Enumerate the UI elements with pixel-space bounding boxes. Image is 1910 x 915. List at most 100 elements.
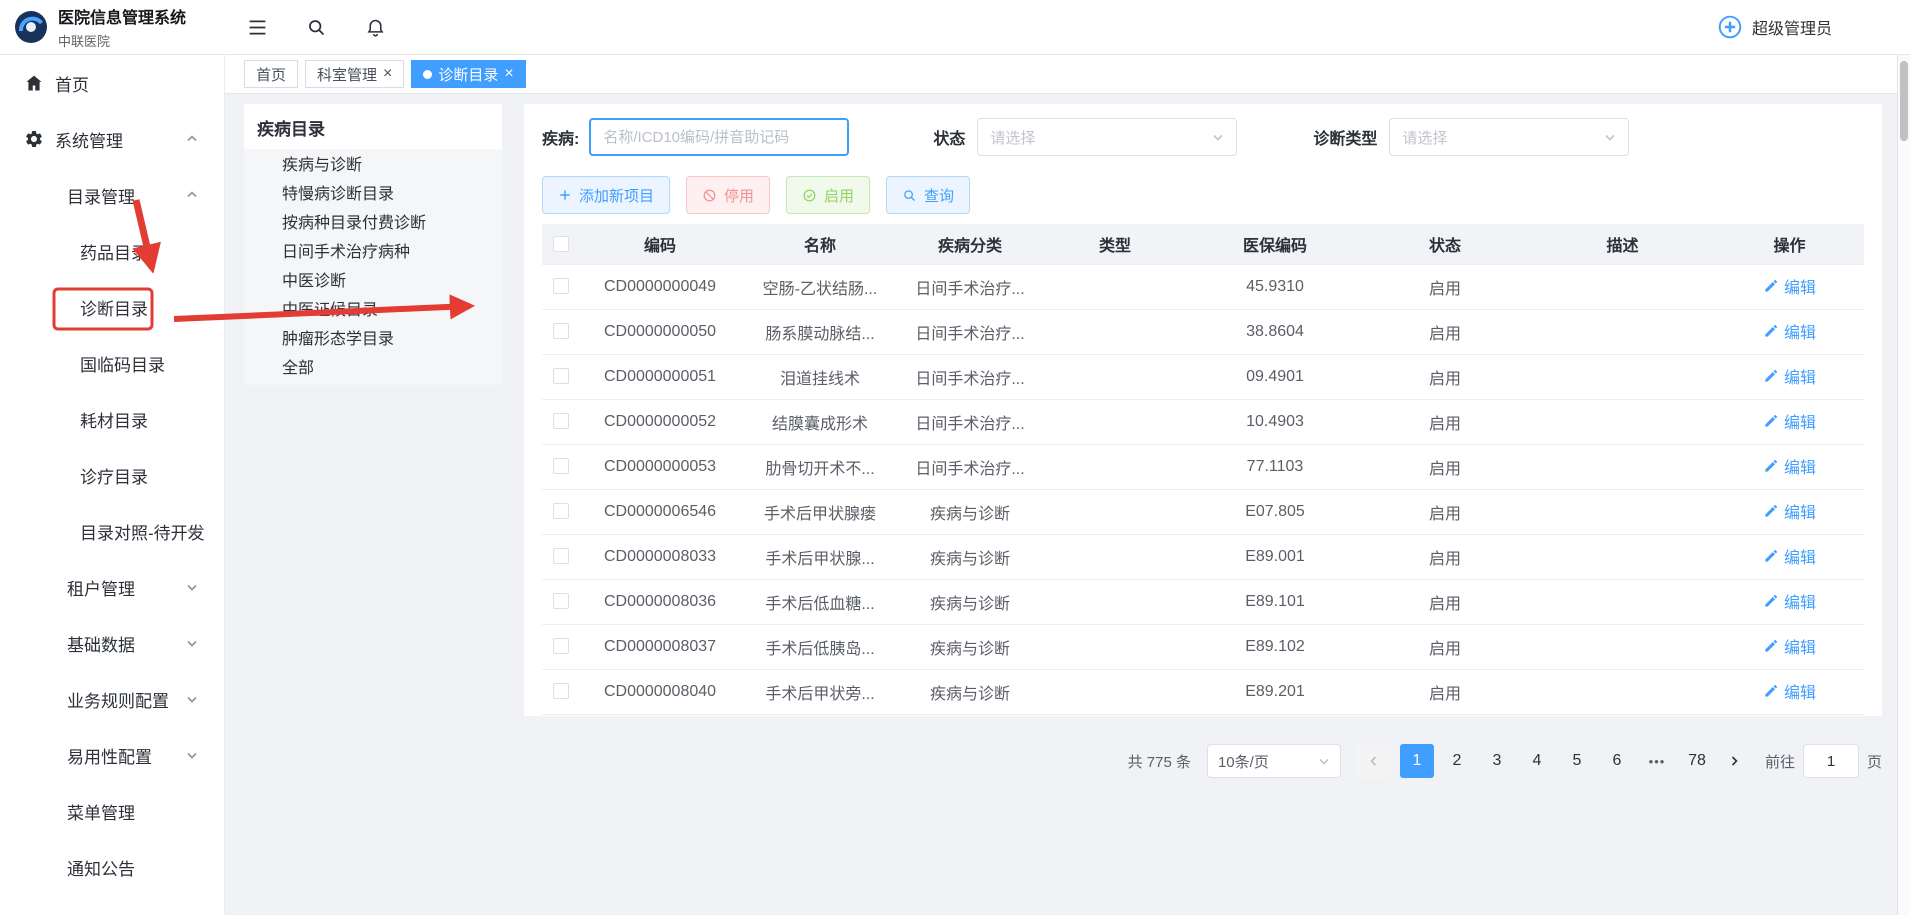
diagnosis-type-select[interactable]: 请选择 <box>1389 118 1629 156</box>
page-ellipsis[interactable]: ••• <box>1640 744 1674 778</box>
status-select[interactable]: 请选择 <box>977 118 1237 156</box>
edit-button[interactable]: 编辑 <box>1763 409 1816 433</box>
page-button-5[interactable]: 5 <box>1560 744 1594 778</box>
tab-dept-mgmt[interactable]: 科室管理 × <box>305 60 404 88</box>
cell-code: CD0000000052 <box>580 399 740 444</box>
admin-area[interactable]: 超级管理员 <box>1717 14 1832 40</box>
close-tab-icon[interactable]: × <box>383 66 392 82</box>
row-checkbox[interactable] <box>553 278 569 294</box>
collapse-sidebar-button[interactable] <box>243 13 272 42</box>
edit-pencil-icon <box>1763 638 1779 654</box>
cell-type <box>1040 579 1190 624</box>
sidebar-item-catalog-mgmt[interactable]: 目录管理 <box>0 167 224 223</box>
sidebar-item-catalog-mapping[interactable]: 目录对照-待开发 <box>0 503 224 559</box>
edit-button[interactable]: 编辑 <box>1763 274 1816 298</box>
tree-item[interactable]: 日间手术治疗病种 <box>244 238 502 267</box>
sidebar-item-drug-catalog[interactable]: 药品目录 <box>0 223 224 279</box>
edit-button[interactable]: 编辑 <box>1763 454 1816 478</box>
query-button[interactable]: 查询 <box>886 176 970 214</box>
sidebar-item-treatment-catalog[interactable]: 诊疗目录 <box>0 447 224 503</box>
tree-item[interactable]: 中医证候目录 <box>244 296 502 325</box>
tab-diagnosis-catalog[interactable]: 诊断目录 × <box>411 60 525 88</box>
sidebar-item-tenant-mgmt[interactable]: 租户管理 <box>0 559 224 615</box>
sidebar-item-home[interactable]: 首页 <box>0 55 224 111</box>
page-button-6[interactable]: 6 <box>1600 744 1634 778</box>
row-checkbox[interactable] <box>553 683 569 699</box>
cell-name: 手术后甲状腺瘘 <box>740 489 900 534</box>
cell-type <box>1040 399 1190 444</box>
tab-home[interactable]: 首页 <box>244 60 298 88</box>
tree-item[interactable]: 疾病与诊断 <box>244 151 502 180</box>
pagination: 共 775 条 10条/页 123456•••78 前往 页 <box>1128 743 1882 779</box>
sidebar-item-usability-config[interactable]: 易用性配置 <box>0 727 224 783</box>
sidebar-item-label: 通知公告 <box>67 855 135 880</box>
hospital-name: 中联医院 <box>58 31 186 50</box>
edit-button[interactable]: 编辑 <box>1763 544 1816 568</box>
cell-type <box>1040 489 1190 534</box>
tree-item[interactable]: 肿瘤形态学目录 <box>244 325 502 354</box>
chevron-up-icon <box>186 133 198 145</box>
next-page-button[interactable] <box>1717 744 1751 778</box>
notifications-button[interactable] <box>361 13 390 42</box>
edit-button[interactable]: 编辑 <box>1763 319 1816 343</box>
vertical-scrollbar[interactable] <box>1897 55 1910 915</box>
page-button-1[interactable]: 1 <box>1400 744 1434 778</box>
cell-insurance-code: E07.805 <box>1190 489 1360 534</box>
page-size-select[interactable]: 10条/页 <box>1207 744 1341 778</box>
sidebar-item-label: 易用性配置 <box>67 743 152 768</box>
edit-label: 编辑 <box>1784 454 1816 478</box>
tree-item[interactable]: 特慢病诊断目录 <box>244 180 502 209</box>
edit-button[interactable]: 编辑 <box>1763 589 1816 613</box>
disease-filter-label: 疾病: <box>542 125 579 149</box>
row-checkbox[interactable] <box>553 638 569 654</box>
page-button-2[interactable]: 2 <box>1440 744 1474 778</box>
edit-button[interactable]: 编辑 <box>1763 679 1816 703</box>
sidebar-item-label: 业务规则配置 <box>67 687 169 712</box>
row-checkbox[interactable] <box>553 458 569 474</box>
select-all-checkbox[interactable] <box>553 236 569 252</box>
enable-button[interactable]: 启用 <box>786 176 870 214</box>
disease-search-input[interactable] <box>589 118 849 156</box>
page-button-4[interactable]: 4 <box>1520 744 1554 778</box>
sidebar-item-base-data[interactable]: 基础数据 <box>0 615 224 671</box>
scrollbar-thumb[interactable] <box>1900 61 1908 141</box>
row-checkbox[interactable] <box>553 593 569 609</box>
chevron-down-icon <box>186 693 198 705</box>
cell-code: CD0000000051 <box>580 354 740 399</box>
sidebar-item-label: 诊疗目录 <box>80 463 148 488</box>
edit-button[interactable]: 编辑 <box>1763 634 1816 658</box>
sidebar-item-consumable-catalog[interactable]: 耗材目录 <box>0 391 224 447</box>
tree-item[interactable]: 全部 <box>244 354 502 383</box>
sidebar-item-diagnosis-catalog[interactable]: 诊断目录 <box>0 279 224 335</box>
prev-page-button[interactable] <box>1357 744 1391 778</box>
edit-button[interactable]: 编辑 <box>1763 364 1816 388</box>
sidebar-item-notice[interactable]: 通知公告 <box>0 839 224 895</box>
sidebar-item-menu-mgmt[interactable]: 菜单管理 <box>0 783 224 839</box>
sidebar: 首页 系统管理 目录管理 药品目录 诊断目录 国临码目录 耗材目录 <box>0 55 225 915</box>
edit-button[interactable]: 编辑 <box>1763 499 1816 523</box>
disable-label: 停用 <box>724 185 754 206</box>
global-search-button[interactable] <box>302 13 331 42</box>
add-item-button[interactable]: 添加新项目 <box>542 176 670 214</box>
sidebar-item-national-code-catalog[interactable]: 国临码目录 <box>0 335 224 391</box>
row-checkbox[interactable] <box>553 413 569 429</box>
cell-type <box>1040 264 1190 309</box>
cell-actions: 编辑 <box>1715 489 1864 534</box>
tree-item[interactable]: 按病种目录付费诊断 <box>244 209 502 238</box>
disable-button[interactable]: 停用 <box>686 176 770 214</box>
page-button-3[interactable]: 3 <box>1480 744 1514 778</box>
page-button-78[interactable]: 78 <box>1680 744 1714 778</box>
sidebar-item-system-mgmt[interactable]: 系统管理 <box>0 111 224 167</box>
cell-actions: 编辑 <box>1715 579 1864 624</box>
chevron-down-icon <box>186 525 198 537</box>
cell-insurance-code: E89.102 <box>1190 624 1360 669</box>
tree-item[interactable]: 中医诊断 <box>244 267 502 296</box>
row-checkbox[interactable] <box>553 368 569 384</box>
goto-page-input[interactable] <box>1803 744 1859 778</box>
row-checkbox[interactable] <box>553 323 569 339</box>
row-checkbox[interactable] <box>553 503 569 519</box>
row-checkbox[interactable] <box>553 548 569 564</box>
close-tab-icon[interactable]: × <box>504 66 513 82</box>
sidebar-item-business-rule-config[interactable]: 业务规则配置 <box>0 671 224 727</box>
cell-status: 启用 <box>1360 669 1530 714</box>
